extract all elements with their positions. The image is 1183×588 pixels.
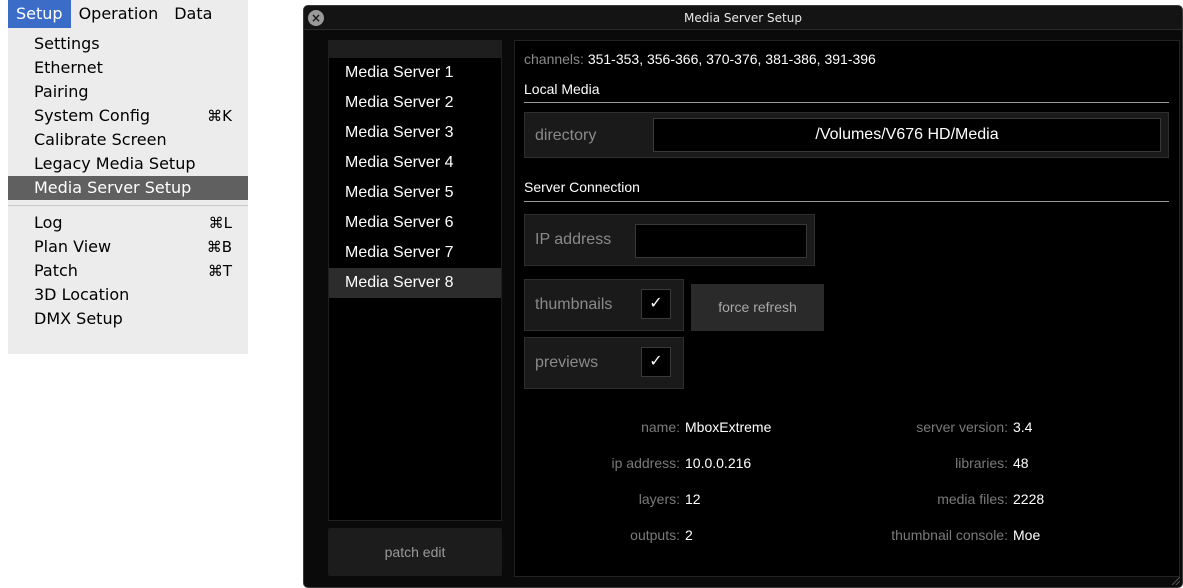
menu-item-ethernet[interactable]: Ethernet xyxy=(8,56,248,80)
menu-item-label: 3D Location xyxy=(34,285,130,304)
menu-item-shortcut: ⌘T xyxy=(207,262,232,280)
setup-dropdown-menu: Settings Ethernet Pairing System Config ⌘… xyxy=(8,28,248,354)
info-key: server version: xyxy=(916,419,1008,435)
menu-item-label: Log xyxy=(34,213,63,232)
menu-item-label: DMX Setup xyxy=(34,309,123,328)
channels-value: 351-353, 356-366, 370-376, 381-386, 391-… xyxy=(587,51,876,67)
menu-item-plan-view[interactable]: Plan View ⌘B xyxy=(8,235,248,259)
server-item-5[interactable]: Media Server 5 xyxy=(329,178,501,208)
ip-address-input[interactable] xyxy=(635,224,807,258)
info-value: Moe xyxy=(1013,527,1041,543)
info-value: 2228 xyxy=(1013,491,1045,507)
menu-item-pairing[interactable]: Pairing xyxy=(8,80,248,104)
close-icon[interactable]: × xyxy=(308,10,324,26)
info-libraries: libraries: xyxy=(805,455,1008,471)
force-refresh-button[interactable]: force refresh xyxy=(691,284,824,331)
menu-item-label: Calibrate Screen xyxy=(34,130,167,149)
previews-checkbox[interactable]: ✓ xyxy=(641,347,671,377)
menu-setup[interactable]: Setup xyxy=(8,0,71,28)
menubar: Setup Operation Data xyxy=(8,0,248,28)
window-title: Media Server Setup xyxy=(684,11,802,25)
info-value: MboxExtreme xyxy=(685,419,772,435)
menu-item-system-config[interactable]: System Config ⌘K xyxy=(8,104,248,128)
menu-item-patch[interactable]: Patch ⌘T xyxy=(8,259,248,283)
menu-item-label: Patch xyxy=(34,261,78,280)
info-outputs: outputs: xyxy=(515,527,680,543)
server-item-6[interactable]: Media Server 6 xyxy=(329,208,501,238)
server-item-3[interactable]: Media Server 3 xyxy=(329,118,501,148)
server-list: Media Server 1 Media Server 2 Media Serv… xyxy=(328,40,502,521)
thumbnails-label: thumbnails xyxy=(535,296,613,313)
previews-label: previews xyxy=(535,354,599,371)
info-value: 2 xyxy=(685,527,693,543)
local-media-heading: Local Media xyxy=(524,81,600,97)
directory-field[interactable]: /Volumes/V676 HD/Media xyxy=(653,118,1161,152)
menu-item-shortcut: ⌘L xyxy=(208,214,232,232)
info-media-files: media files: xyxy=(805,491,1008,507)
window-titlebar: × Media Server Setup xyxy=(304,6,1182,30)
section-divider xyxy=(524,201,1169,202)
info-value: 48 xyxy=(1013,455,1029,471)
directory-label: directory xyxy=(535,127,597,144)
menu-item-media-server-setup[interactable]: Media Server Setup xyxy=(8,176,248,200)
info-server-version: server version: xyxy=(805,419,1008,435)
menu-item-shortcut: ⌘K xyxy=(207,107,232,125)
thumbnails-checkbox[interactable]: ✓ xyxy=(641,289,671,319)
info-key: media files: xyxy=(937,491,1008,507)
channels-line: channels: 351-353, 356-366, 370-376, 381… xyxy=(524,51,876,67)
menu-item-label: Ethernet xyxy=(34,58,103,77)
server-item-1[interactable]: Media Server 1 xyxy=(329,58,501,88)
menu-item-dmx-setup[interactable]: DMX Setup xyxy=(8,307,248,331)
menu-item-calibrate-screen[interactable]: Calibrate Screen xyxy=(8,128,248,152)
resize-grip-icon[interactable] xyxy=(1170,575,1180,585)
menu-operation[interactable]: Operation xyxy=(71,0,167,28)
menu-separator xyxy=(8,205,248,206)
info-key: thumbnail console: xyxy=(891,527,1008,543)
directory-row: directory /Volumes/V676 HD/Media xyxy=(524,112,1169,158)
info-key: name: xyxy=(641,419,680,435)
menu-item-label: Pairing xyxy=(34,82,89,101)
info-value: 10.0.0.216 xyxy=(685,455,752,471)
previews-row: previews ✓ xyxy=(524,337,684,389)
server-item-4[interactable]: Media Server 4 xyxy=(329,148,501,178)
menu-data[interactable]: Data xyxy=(166,0,220,28)
menu-item-3d-location[interactable]: 3D Location xyxy=(8,283,248,307)
info-ip: ip address: xyxy=(515,455,680,471)
patch-edit-button[interactable]: patch edit xyxy=(328,528,502,576)
server-connection-heading: Server Connection xyxy=(524,179,640,195)
info-thumbnail-console: thumbnail console: xyxy=(805,527,1008,543)
server-item-8[interactable]: Media Server 8 xyxy=(329,268,501,298)
menu-item-label: Media Server Setup xyxy=(34,178,192,197)
menu-item-settings[interactable]: Settings xyxy=(8,32,248,56)
channels-label: channels: xyxy=(524,51,584,67)
info-key: layers: xyxy=(638,491,680,507)
ip-address-row: IP address xyxy=(524,214,815,266)
menu-item-shortcut: ⌘B xyxy=(206,238,232,256)
info-value: 3.4 xyxy=(1013,419,1033,435)
info-layers: layers: xyxy=(515,491,680,507)
menu-item-legacy-media-setup[interactable]: Legacy Media Setup xyxy=(8,152,248,176)
directory-value: /Volumes/V676 HD/Media xyxy=(815,126,999,143)
server-item-2[interactable]: Media Server 2 xyxy=(329,88,501,118)
info-key: outputs: xyxy=(630,527,680,543)
menu-item-label: Plan View xyxy=(34,237,112,256)
ip-address-label: IP address xyxy=(535,231,612,248)
menu-item-label: Settings xyxy=(34,34,100,53)
media-server-setup-window: × Media Server Setup Media Server 1 Medi… xyxy=(303,5,1183,588)
menu-item-label: System Config xyxy=(34,106,151,125)
info-key: libraries: xyxy=(955,455,1008,471)
info-key: ip address: xyxy=(611,455,680,471)
menu-item-label: Legacy Media Setup xyxy=(34,154,196,173)
menu-item-log[interactable]: Log ⌘L xyxy=(8,211,248,235)
info-value: 12 xyxy=(685,491,701,507)
server-settings-panel: channels: 351-353, 356-366, 370-376, 381… xyxy=(514,40,1180,577)
section-divider xyxy=(524,102,1169,103)
server-item-7[interactable]: Media Server 7 xyxy=(329,238,501,268)
thumbnails-row: thumbnails ✓ xyxy=(524,279,684,331)
info-name: name: xyxy=(515,419,680,435)
